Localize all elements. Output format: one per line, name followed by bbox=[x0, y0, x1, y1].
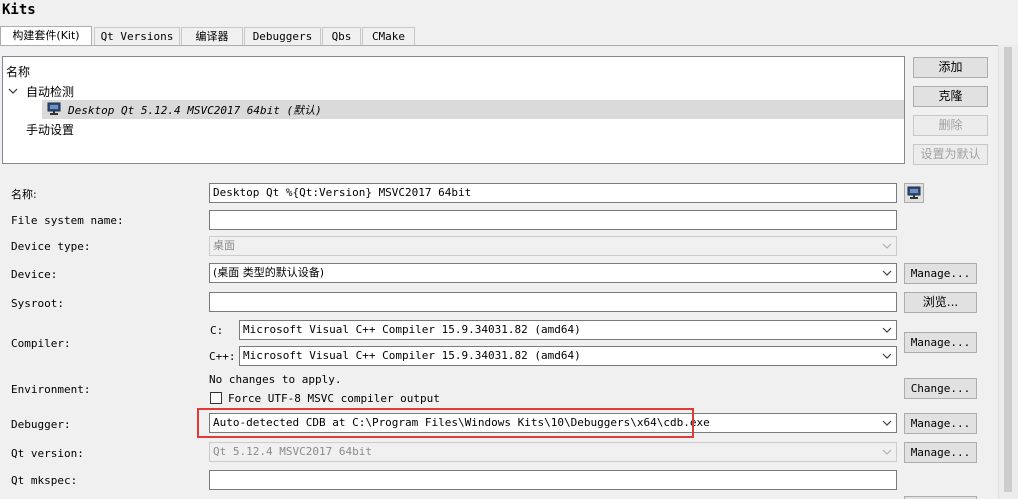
kit-icon-button[interactable] bbox=[904, 183, 924, 203]
compiler-c-label: C: bbox=[210, 324, 224, 337]
tab-cmake[interactable]: CMake bbox=[362, 27, 415, 45]
device-type-value: 桌面 bbox=[213, 239, 235, 252]
chevron-down-icon bbox=[882, 243, 892, 249]
chevron-down-icon bbox=[882, 270, 892, 276]
page-title: Kits bbox=[2, 2, 36, 18]
clone-button[interactable]: 克隆 bbox=[913, 86, 988, 107]
force-utf8-checkbox[interactable] bbox=[210, 392, 222, 404]
compiler-manage-button[interactable]: Manage... bbox=[904, 332, 977, 353]
environment-status: No changes to apply. bbox=[209, 373, 342, 386]
expand-arrow-icon[interactable] bbox=[8, 86, 18, 96]
chevron-down-icon bbox=[882, 420, 892, 426]
sysroot-label: Sysroot: bbox=[11, 297, 64, 310]
tree-item-kit[interactable]: Desktop Qt 5.12.4 MSVC2017 64bit (默认) bbox=[68, 102, 322, 118]
tab-qbs[interactable]: Qbs bbox=[322, 27, 361, 45]
name-label: 名称: bbox=[11, 188, 37, 201]
device-value: (桌面 类型的默认设备) bbox=[213, 266, 325, 279]
debugger-manage-button[interactable]: Manage... bbox=[904, 413, 977, 434]
device-type-select[interactable]: 桌面 bbox=[209, 236, 897, 256]
device-type-label: Device type: bbox=[11, 240, 91, 253]
compiler-cpp-select[interactable]: Microsoft Visual C++ Compiler 15.9.34031… bbox=[239, 346, 897, 366]
compiler-label: Compiler: bbox=[11, 337, 71, 350]
qtversion-label: Qt version: bbox=[11, 447, 84, 460]
chevron-down-icon bbox=[882, 449, 892, 455]
chevron-down-icon bbox=[882, 327, 892, 333]
monitor-icon bbox=[907, 186, 921, 199]
tree-header: 名称 bbox=[6, 65, 31, 79]
compiler-cpp-value: Microsoft Visual C++ Compiler 15.9.34031… bbox=[243, 349, 581, 362]
mkspec-label: Qt mkspec: bbox=[11, 474, 78, 487]
fsname-field[interactable] bbox=[209, 210, 897, 230]
mkspec-field[interactable] bbox=[209, 470, 897, 490]
tab-qt-versions[interactable]: Qt Versions bbox=[94, 27, 180, 45]
chevron-down-icon bbox=[882, 353, 892, 359]
force-utf8-label[interactable]: Force UTF-8 MSVC compiler output bbox=[228, 392, 440, 405]
tab-debuggers[interactable]: Debuggers bbox=[244, 27, 321, 45]
monitor-icon bbox=[47, 102, 61, 115]
set-default-button[interactable]: 设置为默认 bbox=[913, 144, 988, 165]
delete-button[interactable]: 删除 bbox=[913, 115, 988, 136]
compiler-cpp-label: C++: bbox=[209, 350, 236, 363]
tab-kits[interactable]: 构建套件(Kit) bbox=[0, 26, 92, 46]
environment-change-button[interactable]: Change... bbox=[904, 378, 977, 399]
qtversion-manage-button[interactable]: Manage... bbox=[904, 442, 977, 463]
fsname-label: File system name: bbox=[11, 214, 124, 227]
sysroot-field[interactable] bbox=[209, 292, 897, 312]
qtversion-select[interactable]: Qt 5.12.4 MSVC2017 64bit bbox=[209, 442, 897, 462]
device-select[interactable]: (桌面 类型的默认设备) bbox=[209, 263, 897, 283]
device-label: Device: bbox=[11, 268, 58, 281]
compiler-c-select[interactable]: Microsoft Visual C++ Compiler 15.9.34031… bbox=[239, 320, 897, 340]
compiler-c-value: Microsoft Visual C++ Compiler 15.9.34031… bbox=[243, 323, 581, 336]
name-field[interactable]: Desktop Qt %{Qt:Version} MSVC2017 64bit bbox=[209, 183, 897, 203]
add-button[interactable]: 添加 bbox=[913, 57, 988, 78]
tab-divider bbox=[0, 45, 1008, 46]
environment-label: Environment: bbox=[11, 383, 91, 396]
scrollbar-thumb[interactable] bbox=[1004, 47, 1012, 492]
tree-item-auto-detected[interactable]: 自动检测 bbox=[26, 83, 74, 100]
debugger-label: Debugger: bbox=[11, 418, 71, 431]
qtversion-value: Qt 5.12.4 MSVC2017 64bit bbox=[213, 445, 372, 458]
sysroot-browse-button[interactable]: 浏览... bbox=[904, 292, 977, 313]
tab-compilers[interactable]: 编译器 bbox=[181, 27, 243, 45]
debugger-highlight-box bbox=[197, 408, 694, 438]
tree-item-manual[interactable]: 手动设置 bbox=[26, 121, 74, 138]
device-manage-button[interactable]: Manage... bbox=[904, 263, 977, 284]
